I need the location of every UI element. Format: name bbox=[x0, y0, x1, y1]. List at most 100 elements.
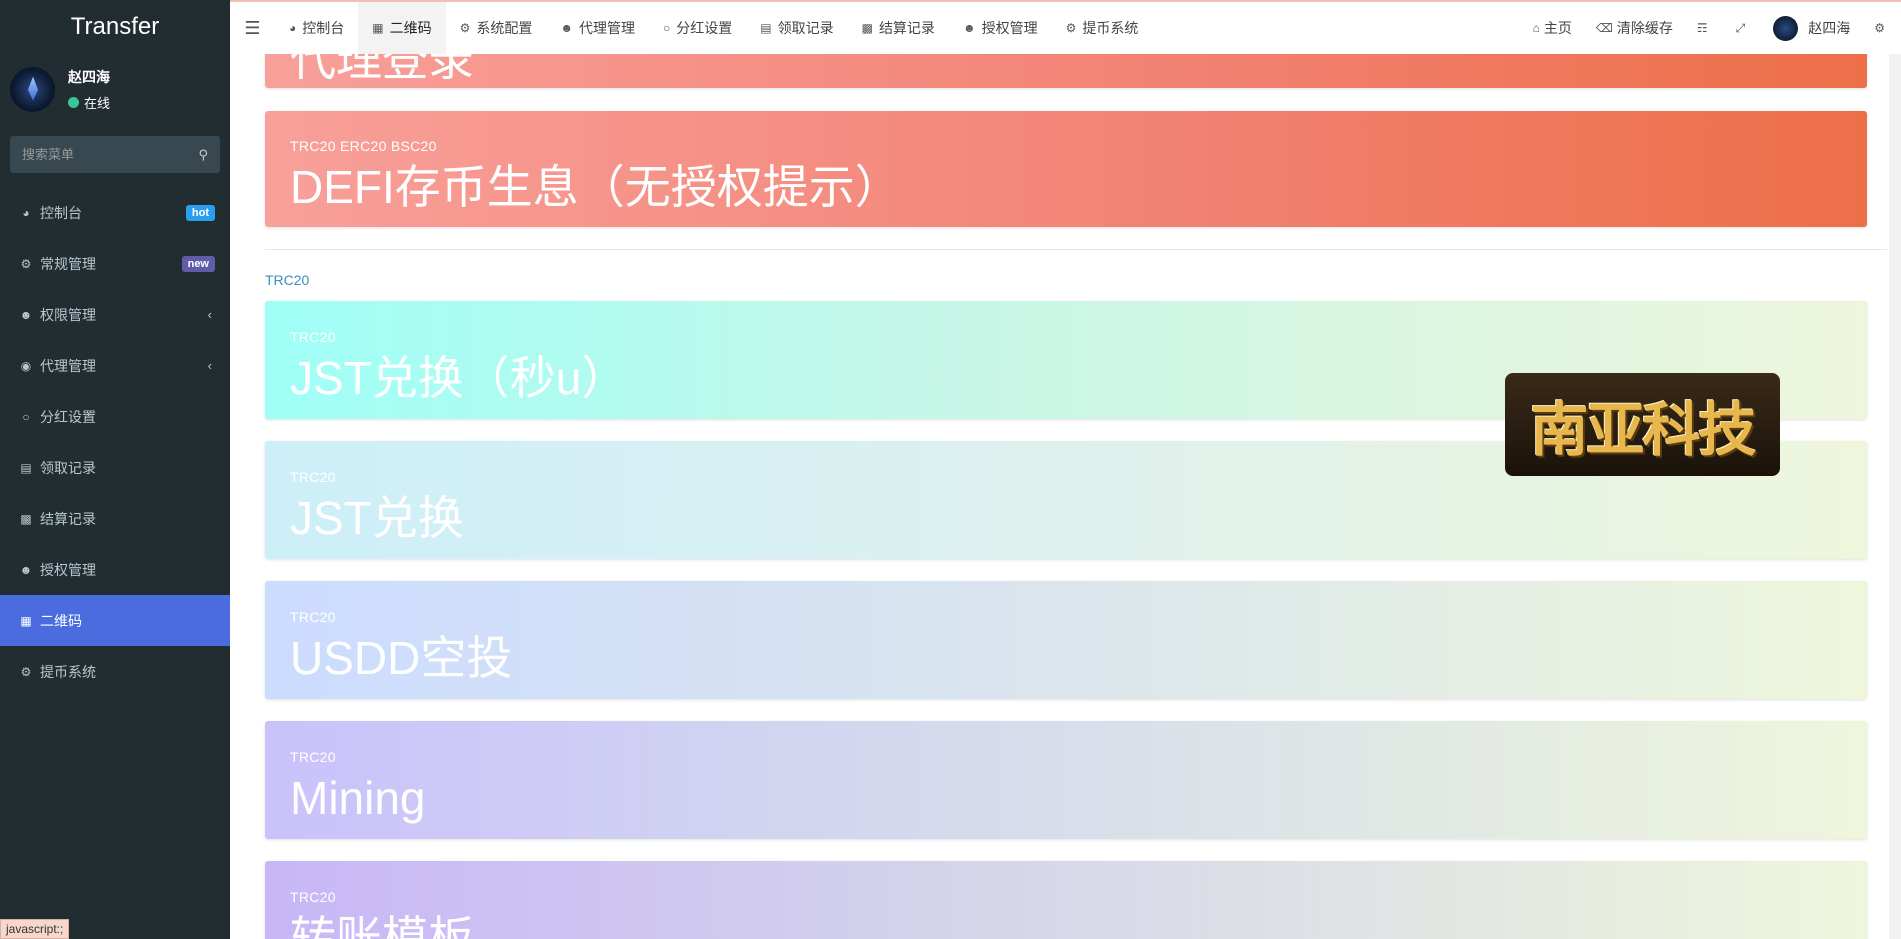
gear-icon: ⚙ bbox=[20, 664, 32, 679]
sidebar-item-label: 提币系统 bbox=[40, 663, 96, 680]
circle-icon: ○ bbox=[663, 21, 671, 35]
sidebar-item-withdraw[interactable]: ⚙ 提币系统 bbox=[0, 646, 230, 697]
tab-claim-records[interactable]: ▤ 领取记录 bbox=[746, 2, 847, 54]
user-menu[interactable]: 赵四海 bbox=[1761, 2, 1862, 54]
tab-qrcode[interactable]: ▦ 二维码 bbox=[358, 2, 446, 54]
cogs-icon: ⚙ bbox=[20, 256, 32, 271]
tab-dashboard[interactable]: ◕ 控制台 bbox=[275, 2, 358, 54]
card-usdd-airdrop[interactable]: TRC20 USDD空投 bbox=[265, 581, 1867, 699]
user-circle-icon: ◉ bbox=[20, 358, 32, 373]
top-username: 赵四海 bbox=[1808, 20, 1851, 36]
bars-icon: ▤ bbox=[760, 21, 772, 35]
menu-search-input[interactable] bbox=[22, 147, 199, 162]
tab-system-config[interactable]: ⚙ 系统配置 bbox=[446, 2, 547, 54]
sidebar: Transfer 赵四海 在线 ⚲ ◕ 控制台 hot ⚙ 常规管理 new ☻… bbox=[0, 0, 230, 939]
app-title[interactable]: Transfer bbox=[0, 0, 230, 54]
gear-icon: ⚙ bbox=[459, 21, 471, 35]
card-subtitle: TRC20 ERC20 BSC20 bbox=[290, 138, 437, 154]
sidebar-item-label: 领取记录 bbox=[40, 459, 96, 476]
tab-withdraw[interactable]: ⚙ 提币系统 bbox=[1052, 2, 1153, 54]
tab-label: 分红设置 bbox=[676, 20, 733, 36]
sidebar-item-agents[interactable]: ◉ 代理管理 ‹ bbox=[0, 340, 230, 391]
users-icon: ☻ bbox=[19, 562, 33, 577]
dashboard-icon: ◕ bbox=[22, 205, 30, 220]
tab-agents[interactable]: ☻ 代理管理 bbox=[546, 2, 649, 54]
clear-cache-label: 清除缓存 bbox=[1616, 20, 1673, 36]
search-icon[interactable]: ⚲ bbox=[198, 147, 208, 163]
user-status-text: 在线 bbox=[84, 95, 111, 111]
dashboard-icon: ◕ bbox=[289, 21, 297, 35]
user-status: 在线 bbox=[68, 93, 110, 112]
sidebar-item-authorization[interactable]: ☻ 授权管理 bbox=[0, 544, 230, 595]
browser-status-bar: javascript:; bbox=[0, 919, 70, 939]
money-icon: ▩ bbox=[20, 511, 32, 526]
users-icon: ☻ bbox=[962, 21, 976, 35]
sidebar-item-settlement[interactable]: ▩ 结算记录 bbox=[0, 493, 230, 544]
section-title: TRC20 bbox=[265, 272, 310, 288]
card-subtitle: TRC20 bbox=[290, 889, 336, 905]
sidebar-toggle-icon[interactable]: ☰ bbox=[230, 18, 275, 39]
card-title: 代理登录 bbox=[290, 54, 474, 85]
language-icon: ☶ bbox=[1696, 21, 1708, 35]
sidebar-item-general[interactable]: ⚙ 常规管理 new bbox=[0, 238, 230, 289]
sidebar-item-label: 代理管理 bbox=[40, 357, 96, 374]
card-subtitle: TRC20 bbox=[290, 609, 336, 625]
sidebar-item-dividend[interactable]: ○ 分红设置 bbox=[0, 391, 230, 442]
card-title: Mining bbox=[290, 772, 426, 824]
card-title: JST兑换 bbox=[290, 492, 464, 544]
tab-authorization[interactable]: ☻ 授权管理 bbox=[949, 2, 1052, 54]
sidebar-item-dashboard[interactable]: ◕ 控制台 hot bbox=[0, 187, 230, 238]
card-transfer-template[interactable]: TRC20 转账模板 bbox=[265, 861, 1867, 939]
tab-label: 系统配置 bbox=[476, 20, 533, 36]
user-name: 赵四海 bbox=[68, 68, 110, 85]
avatar bbox=[10, 66, 55, 112]
sidebar-item-label: 权限管理 bbox=[40, 306, 96, 323]
watermark-logo: 南亚科技 bbox=[1505, 373, 1780, 476]
sidebar-item-label: 分红设置 bbox=[40, 408, 96, 425]
fullscreen-button[interactable]: ⤢ bbox=[1724, 2, 1762, 54]
tab-label: 授权管理 bbox=[981, 20, 1038, 36]
qrcode-icon: ▦ bbox=[372, 21, 384, 35]
sidebar-item-label: 二维码 bbox=[40, 612, 82, 629]
sidebar-item-permissions[interactable]: ☻ 权限管理 ‹ bbox=[0, 289, 230, 340]
tab-settlement[interactable]: ▩ 结算记录 bbox=[848, 2, 949, 54]
tab-label: 代理管理 bbox=[579, 20, 635, 36]
tab-label: 控制台 bbox=[302, 20, 345, 36]
sidebar-item-label: 控制台 bbox=[40, 204, 82, 221]
home-link[interactable]: ⌂ 主页 bbox=[1521, 2, 1584, 54]
card-subtitle: TRC20 bbox=[290, 749, 336, 765]
sidebar-item-label: 授权管理 bbox=[40, 561, 96, 578]
card-title: DEFI存币生息（无授权提示） bbox=[290, 161, 901, 213]
home-icon: ⌂ bbox=[1532, 21, 1540, 35]
sidebar-item-qrcode[interactable]: ▦ 二维码 bbox=[0, 595, 230, 646]
users-icon: ☻ bbox=[19, 307, 33, 322]
user-icon: ☻ bbox=[560, 21, 573, 35]
chevron-left-icon: ‹ bbox=[207, 358, 212, 373]
circle-icon: ○ bbox=[22, 409, 30, 424]
tab-label: 二维码 bbox=[389, 20, 432, 36]
top-right-menu: ⌂ 主页 ⌫ 清除缓存 ☶ ⤢ 赵四海 ⚙ bbox=[1521, 2, 1901, 54]
avatar bbox=[1773, 15, 1799, 41]
bars-icon: ▤ bbox=[20, 460, 32, 475]
card-defi[interactable]: TRC20 ERC20 BSC20 DEFI存币生息（无授权提示） bbox=[265, 111, 1867, 227]
user-panel: 赵四海 在线 bbox=[0, 54, 230, 124]
settings-button[interactable]: ⚙ bbox=[1862, 2, 1901, 54]
sidebar-item-label: 结算记录 bbox=[40, 510, 96, 527]
sidebar-item-label: 常规管理 bbox=[40, 255, 96, 272]
sidebar-item-claim-records[interactable]: ▤ 领取记录 bbox=[0, 442, 230, 493]
scrollbar[interactable] bbox=[1889, 54, 1901, 939]
hot-badge: hot bbox=[185, 204, 215, 221]
top-navbar: ☰ ◕ 控制台 ▦ 二维码 ⚙ 系统配置 ☻ 代理管理 ○ 分红设置 ▤ 领取记… bbox=[230, 0, 1901, 54]
tab-label: 领取记录 bbox=[777, 20, 834, 36]
clear-cache-button[interactable]: ⌫ 清除缓存 bbox=[1584, 2, 1685, 54]
sidebar-menu: ◕ 控制台 hot ⚙ 常规管理 new ☻ 权限管理 ‹ ◉ 代理管理 ‹ ○… bbox=[0, 187, 230, 697]
card-mining[interactable]: TRC20 Mining bbox=[265, 721, 1867, 839]
card-title: USDD空投 bbox=[290, 632, 513, 684]
card-agent-login[interactable]: 代理登录 bbox=[265, 54, 1867, 88]
new-badge: new bbox=[181, 255, 215, 272]
language-button[interactable]: ☶ bbox=[1685, 2, 1724, 54]
tab-label: 提币系统 bbox=[1082, 20, 1139, 36]
divider bbox=[265, 249, 1887, 250]
watermark-text: 南亚科技 bbox=[1530, 395, 1756, 464]
tab-dividend[interactable]: ○ 分红设置 bbox=[649, 2, 746, 54]
